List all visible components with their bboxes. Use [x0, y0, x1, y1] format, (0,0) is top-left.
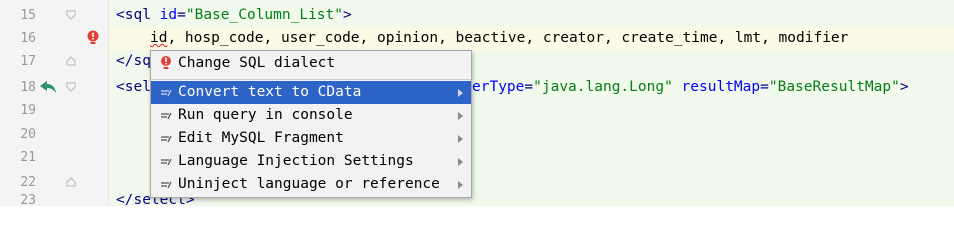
intention-actions-menu: Change SQL dialect Convert text to CData… [150, 50, 472, 198]
menu-item-uninject-language[interactable]: Uninject language or reference [151, 173, 471, 196]
fold-open-icon[interactable] [66, 10, 76, 20]
intention-icon [161, 181, 172, 189]
fold-close-icon[interactable] [66, 177, 76, 187]
menu-item-label: Edit MySQL Fragment [178, 130, 344, 146]
line-number: 21 [20, 150, 36, 165]
code-text[interactable]: id, hosp_code, user_code, opinion, beact… [150, 27, 848, 50]
intention-icon [161, 158, 172, 166]
menu-item-convert-text-to-cdata[interactable]: Convert text to CData [151, 81, 471, 104]
implementation-arrow-icon[interactable] [38, 80, 58, 95]
intention-icon [161, 89, 172, 97]
xml-attr-value: "java.lang.Long" [533, 79, 673, 95]
line-number: 19 [20, 103, 36, 118]
menu-item-edit-mysql-fragment[interactable]: Edit MySQL Fragment [151, 127, 471, 150]
menu-item-change-sql-dialect[interactable]: Change SQL dialect [151, 52, 471, 75]
code-line-20: 20 [0, 123, 954, 146]
code-text[interactable]: </sq [116, 50, 151, 73]
menu-item-language-injection-settings[interactable]: Language Injection Settings [151, 150, 471, 173]
xml-tag-open: <sql [116, 7, 160, 23]
menu-item-label: Change SQL dialect [178, 55, 336, 71]
line-number: 17 [20, 54, 36, 69]
xml-attr-name: resultMap [681, 79, 761, 95]
code-text[interactable]: <sel [116, 76, 151, 99]
xml-tag-close: > [343, 7, 352, 23]
xml-equals: = [177, 7, 186, 23]
menu-item-run-query-in-console[interactable]: Run query in console [151, 104, 471, 127]
code-line-15: 15 <sql id="Base_Column_List"> [0, 4, 954, 27]
code-line-19: 19 [0, 99, 954, 122]
line-number: 20 [20, 127, 36, 142]
code-line-16: 16 id, hosp_code, user_code, opinion, be… [0, 27, 954, 50]
xml-tag-fragment: <sel [116, 79, 151, 95]
fold-open-icon[interactable] [66, 82, 76, 92]
line-number: 16 [20, 31, 36, 46]
menu-item-label: Run query in console [178, 107, 353, 123]
submenu-arrow-icon [458, 112, 463, 120]
menu-separator [151, 79, 471, 80]
line-number: 23 [20, 194, 36, 206]
code-line-23: 23 </select> [0, 194, 954, 206]
error-token: id [150, 30, 168, 46]
code-text[interactable]: <sql id="Base_Column_List"> [116, 4, 352, 27]
line-number: 22 [20, 175, 36, 190]
code-token: , hosp_code, user_code, opinion, beactiv… [167, 30, 849, 46]
bulb-error-icon[interactable] [86, 30, 100, 46]
menu-item-label: Language Injection Settings [178, 153, 414, 169]
menu-item-label: Convert text to CData [178, 84, 362, 100]
xml-tag-close: > [899, 79, 909, 95]
intention-icon [161, 135, 172, 143]
xml-attr-name: erType [472, 79, 525, 95]
submenu-arrow-icon [458, 158, 463, 166]
code-text-tail[interactable]: erType="java.lang.Long" resultMap="BaseR… [472, 76, 909, 99]
line-number: 15 [20, 8, 36, 23]
line-number: 18 [20, 80, 36, 95]
submenu-arrow-icon [458, 181, 463, 189]
xml-attr-value: "Base_Column_List" [185, 7, 343, 23]
bulb-error-icon [161, 56, 171, 69]
code-line-17: 17 </sq [0, 50, 954, 73]
xml-tag-fragment: </sq [116, 53, 151, 69]
fold-close-icon[interactable] [66, 56, 76, 66]
intention-icon [161, 112, 172, 120]
submenu-arrow-icon [458, 135, 463, 143]
xml-attr-name: id [159, 7, 178, 23]
code-line-21: 21 [0, 146, 954, 169]
xml-attr-value: "BaseResultMap" [768, 79, 900, 95]
submenu-arrow-icon [458, 89, 463, 97]
code-line-22: 22 [0, 171, 954, 194]
code-line-18: 18 <sel erType="java.lang.Long" resultMa… [0, 76, 954, 99]
menu-item-label: Uninject language or reference [178, 176, 440, 192]
